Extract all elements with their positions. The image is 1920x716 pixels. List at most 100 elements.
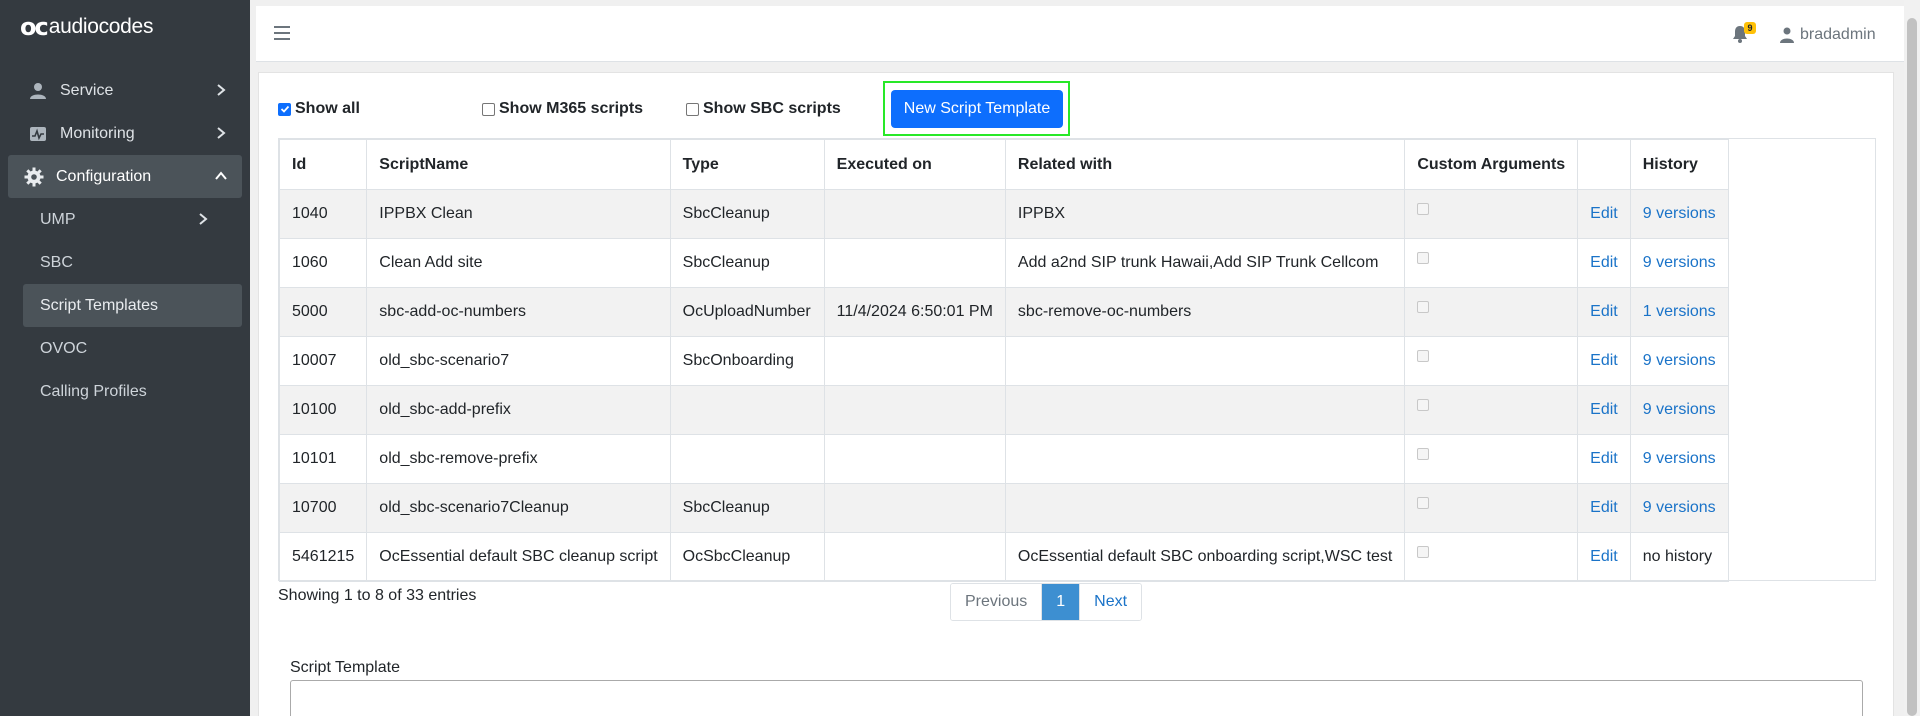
- edit-link[interactable]: Edit: [1577, 385, 1631, 435]
- table-header-row: Id ScriptName Type Executed on Related w…: [278, 139, 1729, 190]
- cell-scriptname: old_sbc-add-prefix: [366, 385, 671, 435]
- sidebar-item-label: Monitoring: [60, 124, 135, 142]
- cell-executed-on: [823, 189, 1006, 239]
- header-custom-arguments[interactable]: Custom Arguments: [1404, 139, 1579, 190]
- checkbox-checked[interactable]: [278, 102, 291, 116]
- checkbox-unchecked[interactable]: [482, 102, 495, 116]
- show-m365-checkbox[interactable]: Show M365 scripts: [482, 100, 643, 118]
- sidebar-subitem-script-templates[interactable]: Script Templates: [23, 284, 242, 327]
- cell-custom-arguments: [1404, 385, 1579, 435]
- filter-bar: Show all Show M365 scripts Show SBC scri…: [278, 100, 1278, 120]
- chevron-right-icon: [199, 213, 208, 225]
- history-link[interactable]: 9 versions: [1629, 434, 1729, 484]
- cell-scriptname: Clean Add site: [366, 238, 671, 288]
- cell-type: SbcOnboarding: [669, 336, 825, 386]
- vertical-scrollbar[interactable]: [1904, 0, 1920, 716]
- header-history[interactable]: History: [1629, 139, 1729, 190]
- header-scriptname[interactable]: ScriptName: [366, 139, 671, 190]
- pagination: Previous 1 Next: [950, 583, 1143, 621]
- table-row: 10700 old_sbc-scenario7Cleanup SbcCleanu…: [278, 483, 1729, 533]
- next-page-button[interactable]: Next: [1079, 584, 1142, 620]
- script-templates-table: Id ScriptName Type Executed on Related w…: [278, 139, 1729, 582]
- new-script-template-button[interactable]: New Script Template: [891, 90, 1063, 128]
- previous-page-button[interactable]: Previous: [951, 584, 1043, 620]
- edit-link[interactable]: Edit: [1577, 532, 1631, 582]
- cell-custom-arguments: [1404, 532, 1579, 582]
- cell-scriptname: old_sbc-scenario7: [366, 336, 671, 386]
- table-row: 10007 old_sbc-scenario7 SbcOnboarding Ed…: [278, 336, 1729, 386]
- cell-id: 5000: [278, 287, 368, 337]
- header-actions: [1577, 139, 1631, 190]
- custom-arguments-checkbox: [1417, 300, 1430, 313]
- history-link[interactable]: 1 versions: [1629, 287, 1729, 337]
- cell-executed-on: [823, 434, 1006, 484]
- logo-text: audiocodes: [48, 15, 154, 38]
- sidebar-item-configuration[interactable]: Configuration: [8, 155, 242, 198]
- user-menu[interactable]: bradadmin: [1780, 24, 1876, 46]
- custom-arguments-checkbox: [1417, 251, 1430, 264]
- cell-scriptname: old_sbc-scenario7Cleanup: [366, 483, 671, 533]
- edit-link[interactable]: Edit: [1577, 238, 1631, 288]
- header-type[interactable]: Type: [669, 139, 825, 190]
- history-link[interactable]: 9 versions: [1629, 483, 1729, 533]
- edit-link[interactable]: Edit: [1577, 434, 1631, 484]
- cell-custom-arguments: [1404, 287, 1579, 337]
- cell-related-with: IPPBX: [1004, 189, 1406, 239]
- history-link[interactable]: 9 versions: [1629, 336, 1729, 386]
- cell-id: 1060: [278, 238, 368, 288]
- sidebar-item-monitoring[interactable]: Monitoring: [0, 112, 250, 155]
- sidebar-subitem-ovoc[interactable]: OVOC: [0, 327, 250, 370]
- cell-executed-on: [823, 336, 1006, 386]
- history-link[interactable]: 9 versions: [1629, 238, 1729, 288]
- cell-executed-on: [823, 532, 1006, 582]
- table-row: 10100 old_sbc-add-prefix Edit 9 versions: [278, 385, 1729, 435]
- cell-type: SbcCleanup: [669, 483, 825, 533]
- cell-related-with: OcEssential default SBC onboarding scrip…: [1004, 532, 1406, 582]
- history-link[interactable]: 9 versions: [1629, 189, 1729, 239]
- edit-link[interactable]: Edit: [1577, 336, 1631, 386]
- chevron-right-icon: [217, 127, 226, 139]
- cell-type: [669, 434, 825, 484]
- history-link[interactable]: 9 versions: [1629, 385, 1729, 435]
- cell-scriptname: old_sbc-remove-prefix: [366, 434, 671, 484]
- show-all-checkbox[interactable]: Show all: [278, 100, 360, 118]
- header-id[interactable]: Id: [278, 139, 368, 190]
- audiocodes-logo[interactable]: oc audiocodes: [20, 12, 153, 42]
- edit-link[interactable]: Edit: [1577, 287, 1631, 337]
- cell-related-with: [1004, 483, 1406, 533]
- show-sbc-label: Show SBC scripts: [703, 100, 841, 117]
- monitoring-icon: [28, 124, 48, 144]
- cell-id: 10007: [278, 336, 368, 386]
- scrollbar-thumb[interactable]: [1907, 18, 1917, 716]
- checkbox-unchecked[interactable]: [686, 102, 699, 116]
- cell-custom-arguments: [1404, 483, 1579, 533]
- script-templates-table-container: Id ScriptName Type Executed on Related w…: [278, 138, 1876, 582]
- custom-arguments-checkbox: [1417, 398, 1430, 411]
- sidebar-subitem-calling-profiles[interactable]: Calling Profiles: [0, 370, 250, 413]
- cell-scriptname: IPPBX Clean: [366, 189, 671, 239]
- cell-related-with: [1004, 434, 1406, 484]
- cell-custom-arguments: [1404, 434, 1579, 484]
- header-executed-on[interactable]: Executed on: [823, 139, 1006, 190]
- sidebar-subitem-sbc[interactable]: SBC: [0, 241, 250, 284]
- script-template-editor[interactable]: [290, 680, 1863, 716]
- sidebar-subitem-label: Calling Profiles: [40, 382, 147, 400]
- sidebar-item-label: Configuration: [56, 167, 152, 185]
- cell-custom-arguments: [1404, 238, 1579, 288]
- cell-id: 1040: [278, 189, 368, 239]
- current-page-button[interactable]: 1: [1042, 584, 1080, 620]
- table-row: 1060 Clean Add site SbcCleanup Add a2nd …: [278, 238, 1729, 288]
- sidebar-nav: Service Monitoring Configuration UMP SBC…: [0, 69, 250, 413]
- entries-summary: Showing 1 to 8 of 33 entries: [278, 587, 477, 604]
- header-related-with[interactable]: Related with: [1004, 139, 1406, 190]
- edit-link[interactable]: Edit: [1577, 483, 1631, 533]
- cell-type: SbcCleanup: [669, 189, 825, 239]
- sidebar-item-service[interactable]: Service: [0, 69, 250, 112]
- show-sbc-checkbox[interactable]: Show SBC scripts: [686, 100, 841, 118]
- user-icon: [1780, 27, 1794, 43]
- sidebar-subitem-ump[interactable]: UMP: [0, 198, 250, 241]
- hamburger-menu-icon[interactable]: [274, 26, 290, 40]
- script-template-label: Script Template: [290, 659, 400, 676]
- custom-arguments-checkbox: [1417, 447, 1430, 460]
- edit-link[interactable]: Edit: [1577, 189, 1631, 239]
